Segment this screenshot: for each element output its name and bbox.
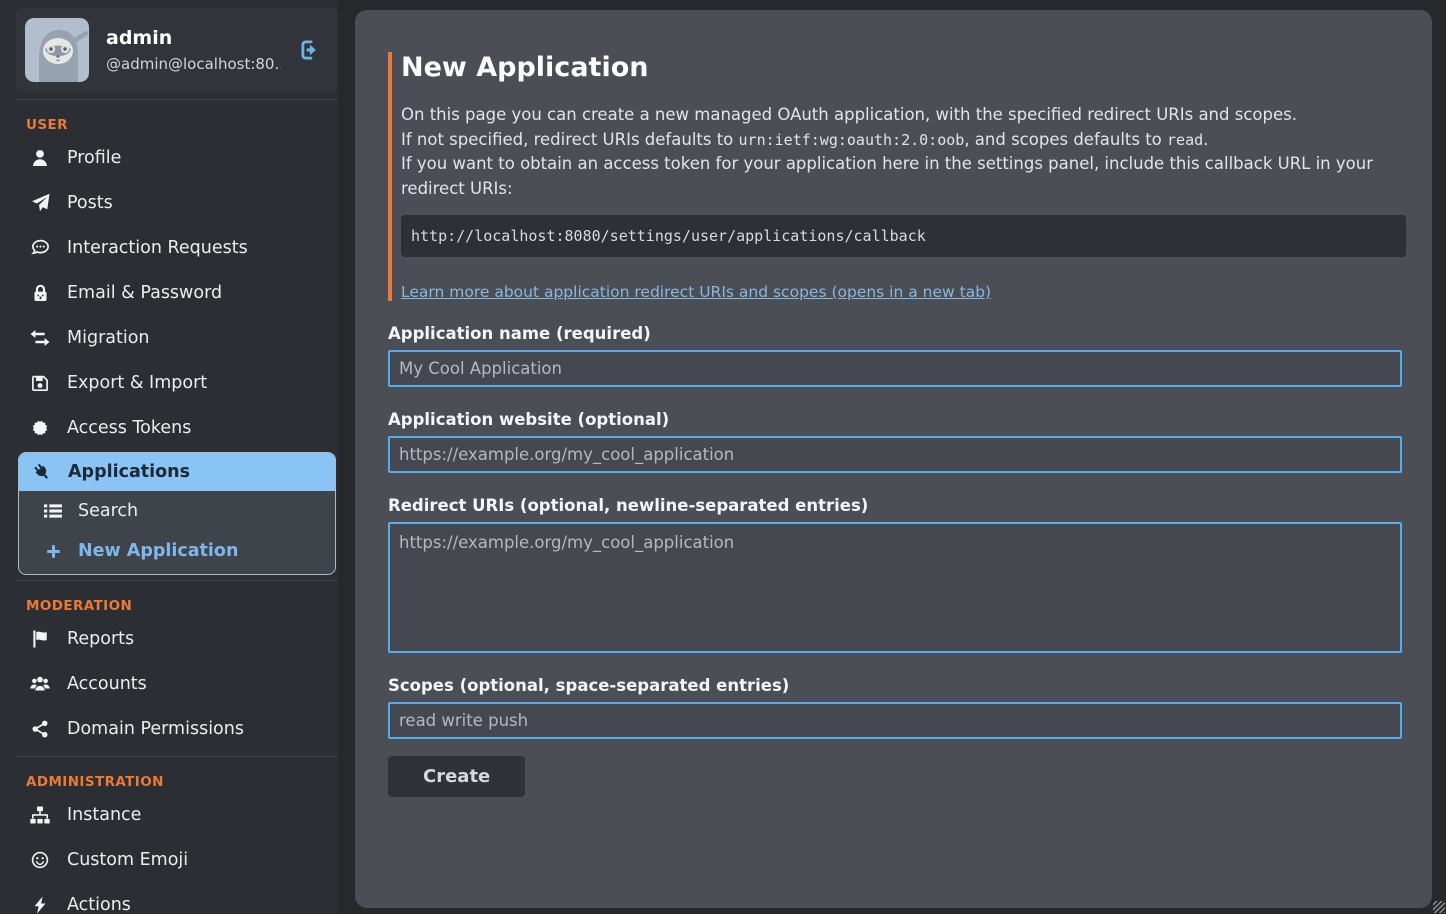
create-button[interactable]: Create bbox=[388, 756, 525, 797]
user-card[interactable]: admin @admin@localhost:80... bbox=[16, 8, 338, 91]
user-handle: @admin@localhost:80... bbox=[106, 55, 281, 73]
sidebar-item-export-import[interactable]: Export & Import bbox=[0, 360, 338, 405]
avatar bbox=[25, 18, 89, 82]
sidebar-item-access-tokens[interactable]: Access Tokens bbox=[0, 405, 338, 450]
sidebar-item-label: Applications bbox=[68, 462, 190, 482]
section-title-administration: ADMINISTRATION bbox=[26, 774, 338, 790]
plus-icon bbox=[43, 543, 63, 560]
application-website-label: Application website (optional) bbox=[388, 410, 1402, 429]
sidebar-item-migration[interactable]: Migration bbox=[0, 315, 338, 360]
sidebar-item-label: Access Tokens bbox=[67, 418, 191, 438]
application-name-input[interactable] bbox=[388, 350, 1402, 387]
user-icon bbox=[30, 149, 50, 167]
intro-line-1: On this page you can create a new manage… bbox=[401, 103, 1402, 128]
sidebar-item-label: Search bbox=[78, 501, 138, 521]
sidebar-item-applications-search[interactable]: Search bbox=[19, 491, 335, 531]
sitemap-icon bbox=[30, 806, 50, 824]
sidebar-item-actions[interactable]: Actions bbox=[0, 882, 338, 914]
resize-grip[interactable] bbox=[1433, 901, 1445, 913]
flag-icon bbox=[30, 630, 50, 648]
sidebar-item-label: Actions bbox=[67, 895, 131, 914]
inline-code-read: read bbox=[1167, 131, 1203, 149]
sidebar-item-label: Posts bbox=[67, 193, 113, 213]
bolt-icon bbox=[30, 896, 50, 914]
plug-icon bbox=[32, 463, 52, 481]
sidebar-item-accounts[interactable]: Accounts bbox=[0, 661, 338, 706]
intro-line-2: If not specified, redirect URIs defaults… bbox=[401, 128, 1402, 153]
sidebar-item-custom-emoji[interactable]: Custom Emoji bbox=[0, 837, 338, 882]
paper-plane-icon bbox=[30, 193, 50, 212]
main-panel: New Application On this page you can cre… bbox=[355, 10, 1432, 908]
sidebar-item-label: Accounts bbox=[67, 674, 147, 694]
sidebar-item-applications[interactable]: Applications bbox=[19, 453, 335, 491]
floppy-disk-icon bbox=[30, 374, 50, 392]
intro-line-3: If you want to obtain an access token fo… bbox=[401, 152, 1402, 201]
lock-icon bbox=[30, 284, 50, 302]
sidebar: admin @admin@localhost:80... USER Profil… bbox=[0, 0, 338, 914]
sidebar-item-label: Export & Import bbox=[67, 373, 207, 393]
users-icon bbox=[30, 675, 50, 692]
sidebar-item-label: Migration bbox=[67, 328, 150, 348]
sidebar-item-reports[interactable]: Reports bbox=[0, 616, 338, 661]
scopes-label: Scopes (optional, space-separated entrie… bbox=[388, 676, 1402, 695]
user-names: admin @admin@localhost:80... bbox=[106, 27, 281, 73]
application-website-input[interactable] bbox=[388, 436, 1402, 473]
page-title: New Application bbox=[401, 52, 1402, 84]
sidebar-item-label: Instance bbox=[67, 805, 141, 825]
comment-dots-icon bbox=[30, 238, 50, 257]
sidebar-item-profile[interactable]: Profile bbox=[0, 135, 338, 180]
list-icon bbox=[43, 503, 63, 519]
arrows-left-right-icon bbox=[30, 330, 50, 346]
sign-out-icon[interactable] bbox=[298, 37, 324, 63]
face-smile-icon bbox=[30, 851, 50, 869]
learn-more-link[interactable]: Learn more about application redirect UR… bbox=[401, 283, 991, 301]
scopes-input[interactable] bbox=[388, 702, 1402, 739]
sidebar-item-label: Custom Emoji bbox=[67, 850, 188, 870]
display-name: admin bbox=[106, 27, 281, 49]
sidebar-item-posts[interactable]: Posts bbox=[0, 180, 338, 225]
share-nodes-icon bbox=[30, 720, 50, 738]
divider bbox=[16, 99, 338, 100]
sidebar-item-instance[interactable]: Instance bbox=[0, 792, 338, 837]
divider bbox=[16, 580, 338, 581]
sidebar-item-interaction-requests[interactable]: Interaction Requests bbox=[0, 225, 338, 270]
application-name-label: Application name (required) bbox=[388, 324, 1402, 343]
section-title-moderation: MODERATION bbox=[26, 598, 338, 614]
certificate-icon bbox=[30, 419, 50, 437]
redirect-uris-label: Redirect URIs (optional, newline-separat… bbox=[388, 496, 1402, 515]
divider bbox=[16, 756, 338, 757]
sidebar-item-domain-permissions[interactable]: Domain Permissions bbox=[0, 706, 338, 751]
sidebar-item-applications-new[interactable]: New Application bbox=[19, 531, 335, 571]
inline-code-oob: urn:ietf:wg:oauth:2.0:oob bbox=[739, 131, 965, 149]
redirect-uris-textarea[interactable] bbox=[388, 522, 1402, 653]
sidebar-item-label: Email & Password bbox=[67, 283, 222, 303]
section-title-user: USER bbox=[26, 117, 338, 133]
sidebar-item-label: Interaction Requests bbox=[67, 238, 248, 258]
sidebar-item-label: Profile bbox=[67, 148, 121, 168]
sidebar-item-label: Reports bbox=[67, 629, 134, 649]
sidebar-group-applications: Applications Search New Application bbox=[18, 452, 336, 575]
sidebar-item-label: Domain Permissions bbox=[67, 719, 244, 739]
sidebar-item-label: New Application bbox=[78, 541, 238, 561]
intro-block: New Application On this page you can cre… bbox=[388, 52, 1402, 301]
sidebar-item-email-password[interactable]: Email & Password bbox=[0, 270, 338, 315]
callback-url-code-block: http://localhost:8080/settings/user/appl… bbox=[401, 215, 1406, 257]
